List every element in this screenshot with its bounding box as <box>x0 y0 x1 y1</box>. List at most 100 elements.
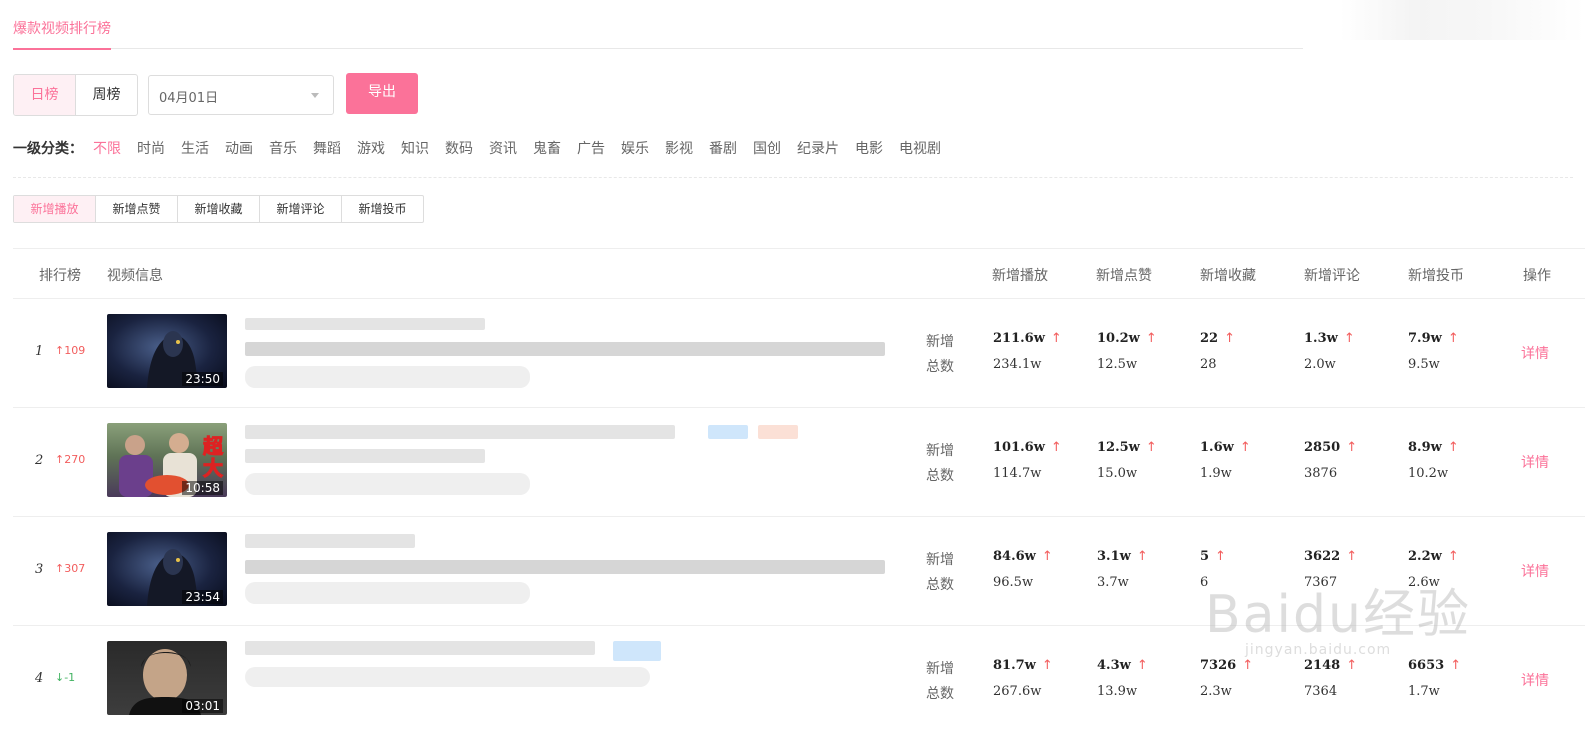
divider <box>13 177 1573 178</box>
category-item[interactable]: 数码 <box>445 138 473 158</box>
blurred-region <box>1340 0 1585 40</box>
total-label: 总数 <box>926 686 954 702</box>
total-comments: 2.0w <box>1304 357 1336 372</box>
column-header-video: 视频信息 <box>107 268 163 284</box>
new-likes: 4.3w ↑ <box>1097 658 1148 673</box>
column-header-plays[interactable]: 新增播放 <box>992 265 1048 285</box>
total-coins: 9.5w <box>1408 357 1440 372</box>
sort-tab-new-plays[interactable]: 新增播放 <box>14 196 96 222</box>
video-duration: 23:50 <box>182 372 223 386</box>
sort-tab-new-coins[interactable]: 新增投币 <box>342 196 423 222</box>
sort-tab-new-favorites[interactable]: 新增收藏 <box>178 196 260 222</box>
export-button[interactable]: 导出 <box>346 73 418 114</box>
detail-link[interactable]: 详情 <box>1521 452 1549 472</box>
tab-bar: 爆款视频排行榜 <box>13 0 1303 50</box>
category-item[interactable]: 资讯 <box>489 138 517 158</box>
total-favorites: 2.3w <box>1200 684 1232 699</box>
new-comments: 2148 ↑ <box>1304 658 1358 673</box>
total-favorites: 28 <box>1200 357 1217 372</box>
blurred-author <box>245 366 530 388</box>
chevron-down-icon <box>311 93 319 98</box>
sort-tabs: 新增播放 新增点赞 新增收藏 新增评论 新增投币 <box>13 195 424 223</box>
new-favorites: 22 ↑ <box>1200 331 1235 346</box>
total-comments: 7364 <box>1304 684 1338 699</box>
rank-change: ↑307 <box>55 562 86 575</box>
new-plays: 84.6w ↑ <box>993 549 1053 564</box>
category-item[interactable]: 电影 <box>855 138 883 158</box>
category-item[interactable]: 游戏 <box>357 138 385 158</box>
category-item[interactable]: 舞蹈 <box>313 138 341 158</box>
total-likes: 15.0w <box>1097 466 1138 481</box>
new-plays: 101.6w ↑ <box>993 440 1062 455</box>
blurred-author <box>245 473 530 495</box>
total-plays: 234.1w <box>993 357 1042 372</box>
tab-viral-video-ranking[interactable]: 爆款视频排行榜 <box>13 18 111 50</box>
video-duration: 10:58 <box>182 481 223 495</box>
column-header-likes[interactable]: 新增点赞 <box>1096 265 1152 285</box>
column-header-comments[interactable]: 新增评论 <box>1304 265 1360 285</box>
table-row: 2 ↑270 超 大 10:58 新增 总数 101.6w ↑ 114.7w 12… <box>13 407 1585 517</box>
new-comments: 2850 ↑ <box>1304 440 1358 455</box>
column-header-rank: 排行榜 <box>39 268 81 284</box>
category-item[interactable]: 纪录片 <box>797 138 839 158</box>
blurred-tag <box>613 641 661 661</box>
rank-number: 4 <box>35 671 44 686</box>
total-likes: 13.9w <box>1097 684 1138 699</box>
detail-link[interactable]: 详情 <box>1521 561 1549 581</box>
video-thumbnail[interactable]: 超 大 10:58 <box>107 423 227 497</box>
detail-link[interactable]: 详情 <box>1521 670 1549 690</box>
total-label: 总数 <box>926 577 954 593</box>
category-item[interactable]: 广告 <box>577 138 605 158</box>
new-likes: 10.2w ↑ <box>1097 331 1157 346</box>
rank-number: 2 <box>35 453 44 468</box>
category-item[interactable]: 时尚 <box>137 138 165 158</box>
blurred-title <box>245 318 485 330</box>
new-favorites: 1.6w ↑ <box>1200 440 1251 455</box>
weekly-ranking-button[interactable]: 周榜 <box>76 75 137 115</box>
detail-link[interactable]: 详情 <box>1521 343 1549 363</box>
category-item[interactable]: 国创 <box>753 138 781 158</box>
daily-ranking-button[interactable]: 日榜 <box>14 75 76 115</box>
video-thumbnail[interactable]: 23:54 <box>107 532 227 606</box>
column-header-favorites[interactable]: 新增收藏 <box>1200 265 1256 285</box>
new-likes: 3.1w ↑ <box>1097 549 1148 564</box>
category-item[interactable]: 影视 <box>665 138 693 158</box>
total-likes: 3.7w <box>1097 575 1129 590</box>
new-label: 新增 <box>926 552 954 568</box>
video-duration: 23:54 <box>182 590 223 604</box>
new-comments: 1.3w ↑ <box>1304 331 1355 346</box>
total-plays: 96.5w <box>993 575 1034 590</box>
video-thumbnail[interactable]: 03:01 <box>107 641 227 715</box>
rank-change: ↑109 <box>55 344 86 357</box>
watermark-url: jingyan.baidu.com <box>1245 642 1392 658</box>
category-item[interactable]: 电视剧 <box>899 138 941 158</box>
sort-tab-new-comments[interactable]: 新增评论 <box>260 196 342 222</box>
category-item[interactable]: 知识 <box>401 138 429 158</box>
new-favorites: 7326 ↑ <box>1200 658 1254 673</box>
table-row: 1 ↑109 23:50 新增 总数 211.6w ↑ 234.1w 10.2w ↑… <box>13 298 1585 408</box>
new-label: 新增 <box>926 334 954 350</box>
category-item[interactable]: 不限 <box>93 138 121 158</box>
rank-change: ↓-1 <box>55 671 76 684</box>
total-coins: 1.7w <box>1408 684 1440 699</box>
total-coins: 10.2w <box>1408 466 1449 481</box>
category-item[interactable]: 番剧 <box>709 138 737 158</box>
category-item[interactable]: 娱乐 <box>621 138 649 158</box>
category-item[interactable]: 生活 <box>181 138 209 158</box>
column-header-coins[interactable]: 新增投币 <box>1408 265 1464 285</box>
blurred-title <box>245 425 675 439</box>
new-likes: 12.5w ↑ <box>1097 440 1157 455</box>
category-item[interactable]: 鬼畜 <box>533 138 561 158</box>
new-label: 新增 <box>926 661 954 677</box>
total-likes: 12.5w <box>1097 357 1138 372</box>
video-thumbnail[interactable]: 23:50 <box>107 314 227 388</box>
total-favorites: 1.9w <box>1200 466 1232 481</box>
category-item[interactable]: 动画 <box>225 138 253 158</box>
date-select[interactable]: 04月01日 <box>148 75 334 115</box>
sort-tab-new-likes[interactable]: 新增点赞 <box>96 196 178 222</box>
blurred-tag <box>708 425 748 439</box>
video-duration: 03:01 <box>182 699 223 713</box>
category-item[interactable]: 音乐 <box>269 138 297 158</box>
new-label: 新增 <box>926 443 954 459</box>
blurred-description <box>245 449 485 463</box>
